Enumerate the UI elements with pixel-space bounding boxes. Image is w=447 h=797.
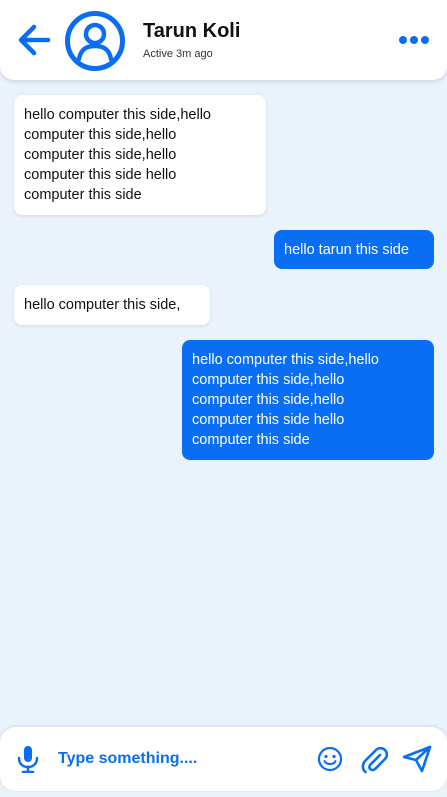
contact-name: Tarun Koli	[143, 20, 241, 42]
arrow-left-icon	[18, 24, 51, 56]
voice-message-button[interactable]	[15, 745, 41, 774]
user-circle-icon	[65, 11, 125, 71]
message-incoming: hello computer this side,hello computer …	[14, 95, 266, 215]
send-button[interactable]	[402, 745, 432, 773]
more-options-button[interactable]	[398, 30, 430, 50]
send-icon	[402, 745, 432, 773]
message-composer	[0, 727, 447, 791]
emoji-button[interactable]	[317, 746, 343, 772]
microphone-icon	[17, 746, 39, 774]
avatar[interactable]	[64, 10, 126, 72]
more-horizontal-icon	[399, 36, 429, 44]
back-button[interactable]	[16, 22, 52, 58]
contact-status: Active 3m ago	[143, 48, 213, 60]
attach-button[interactable]	[360, 744, 389, 774]
message-input[interactable]	[58, 745, 298, 773]
paperclip-icon	[361, 746, 389, 774]
message-outgoing: hello computer this side,hello computer …	[182, 340, 434, 460]
chat-header: Tarun Koli Active 3m ago	[0, 0, 447, 80]
message-outgoing: hello tarun this side	[274, 230, 434, 269]
smiley-icon	[317, 746, 343, 772]
chat-screen: Tarun Koli Active 3m ago hello computer …	[0, 0, 447, 797]
message-incoming: hello computer this side,	[14, 285, 210, 325]
